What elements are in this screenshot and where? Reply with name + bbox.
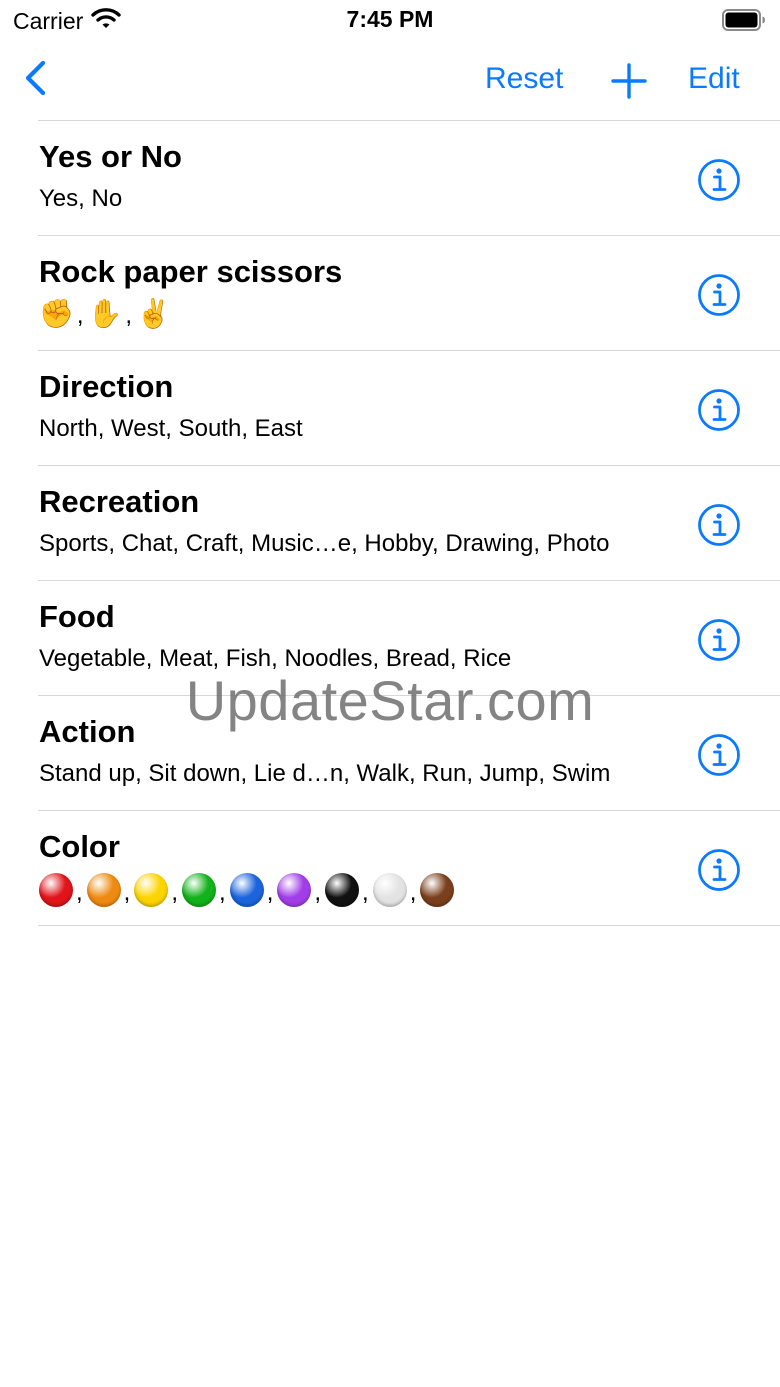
clock: 7:45 PM [346,6,434,32]
info-icon [698,274,740,316]
list-item-direction[interactable]: Direction North, West, South, East [0,351,780,465]
raised-fist-emoji: ✊ [39,298,74,329]
separator-comma: , [219,879,226,906]
info-icon [698,619,740,661]
item-title: Color [39,829,120,864]
info-icon [698,849,740,891]
separator-comma: , [123,879,131,906]
info-icon [698,734,740,776]
watermark: UpdateStar.com [185,669,595,732]
item-options: North, West, South, East [39,415,303,442]
info-button[interactable] [697,848,741,892]
navigation-bar: Reset Edit [0,50,780,112]
item-options: Yes, No [39,185,123,212]
green-circle-icon [182,873,217,907]
info-button[interactable] [697,733,741,777]
separator-comma: , [266,879,274,906]
separator-comma: , [409,879,417,906]
info-icon [698,389,740,431]
separator [38,925,780,926]
item-options: ✊, ✋, ✌️ [39,298,171,329]
item-options: Sports, Chat, Craft, Music…e, Hobby, Dra… [39,530,610,557]
item-title: Rock paper scissors [39,254,343,289]
raised-hand-emoji: ✋ [87,298,123,329]
info-button[interactable] [697,503,741,547]
yellow-circle-icon [134,873,169,907]
blue-circle-icon [229,873,264,907]
item-options: ,,,,,,,, [39,873,455,907]
brown-circle-icon [420,873,455,907]
item-options: Stand up, Sit down, Lie d…n, Walk, Run, … [39,760,611,787]
victory-hand-emoji: ✌️ [136,298,171,329]
red-circle-icon [39,873,73,907]
list-item-color[interactable]: Color ,,,,,,,, [0,811,780,925]
list-item-yes-or-no[interactable]: Yes or No Yes, No [0,121,780,235]
white-circle-icon [372,873,407,907]
chevron-left-icon [25,60,46,96]
separator-comma: , [76,879,83,906]
plus-icon [611,63,647,99]
orange-circle-icon [86,873,121,907]
back-button[interactable] [20,58,54,102]
add-button[interactable] [610,62,648,100]
choice-list: Yes or No Yes, No Rock paper scissors ✊,… [0,120,780,926]
status-bar: Carrier 7:45 PM [0,0,780,40]
info-icon [698,504,740,546]
item-title: Food [39,599,115,634]
black-circle-icon [325,873,360,907]
info-button[interactable] [697,618,741,662]
reset-button[interactable]: Reset [485,62,563,96]
list-item-rock-paper-scissors[interactable]: Rock paper scissors ✊, ✋, ✌️ [0,236,780,350]
edit-button[interactable]: Edit [688,62,740,96]
purple-circle-icon [277,873,312,907]
item-title: Yes or No [39,139,182,174]
item-title: Recreation [39,484,200,519]
info-button[interactable] [697,273,741,317]
battery-icon [722,9,766,36]
info-button[interactable] [697,158,741,202]
info-button[interactable] [697,388,741,432]
list-item-recreation[interactable]: Recreation Sports, Chat, Craft, Music…e,… [0,466,780,580]
separator-comma: , [362,879,369,906]
separator-comma: , [171,879,179,906]
info-icon [698,159,740,201]
item-title: Direction [39,369,174,404]
separator-comma: , [314,879,322,906]
